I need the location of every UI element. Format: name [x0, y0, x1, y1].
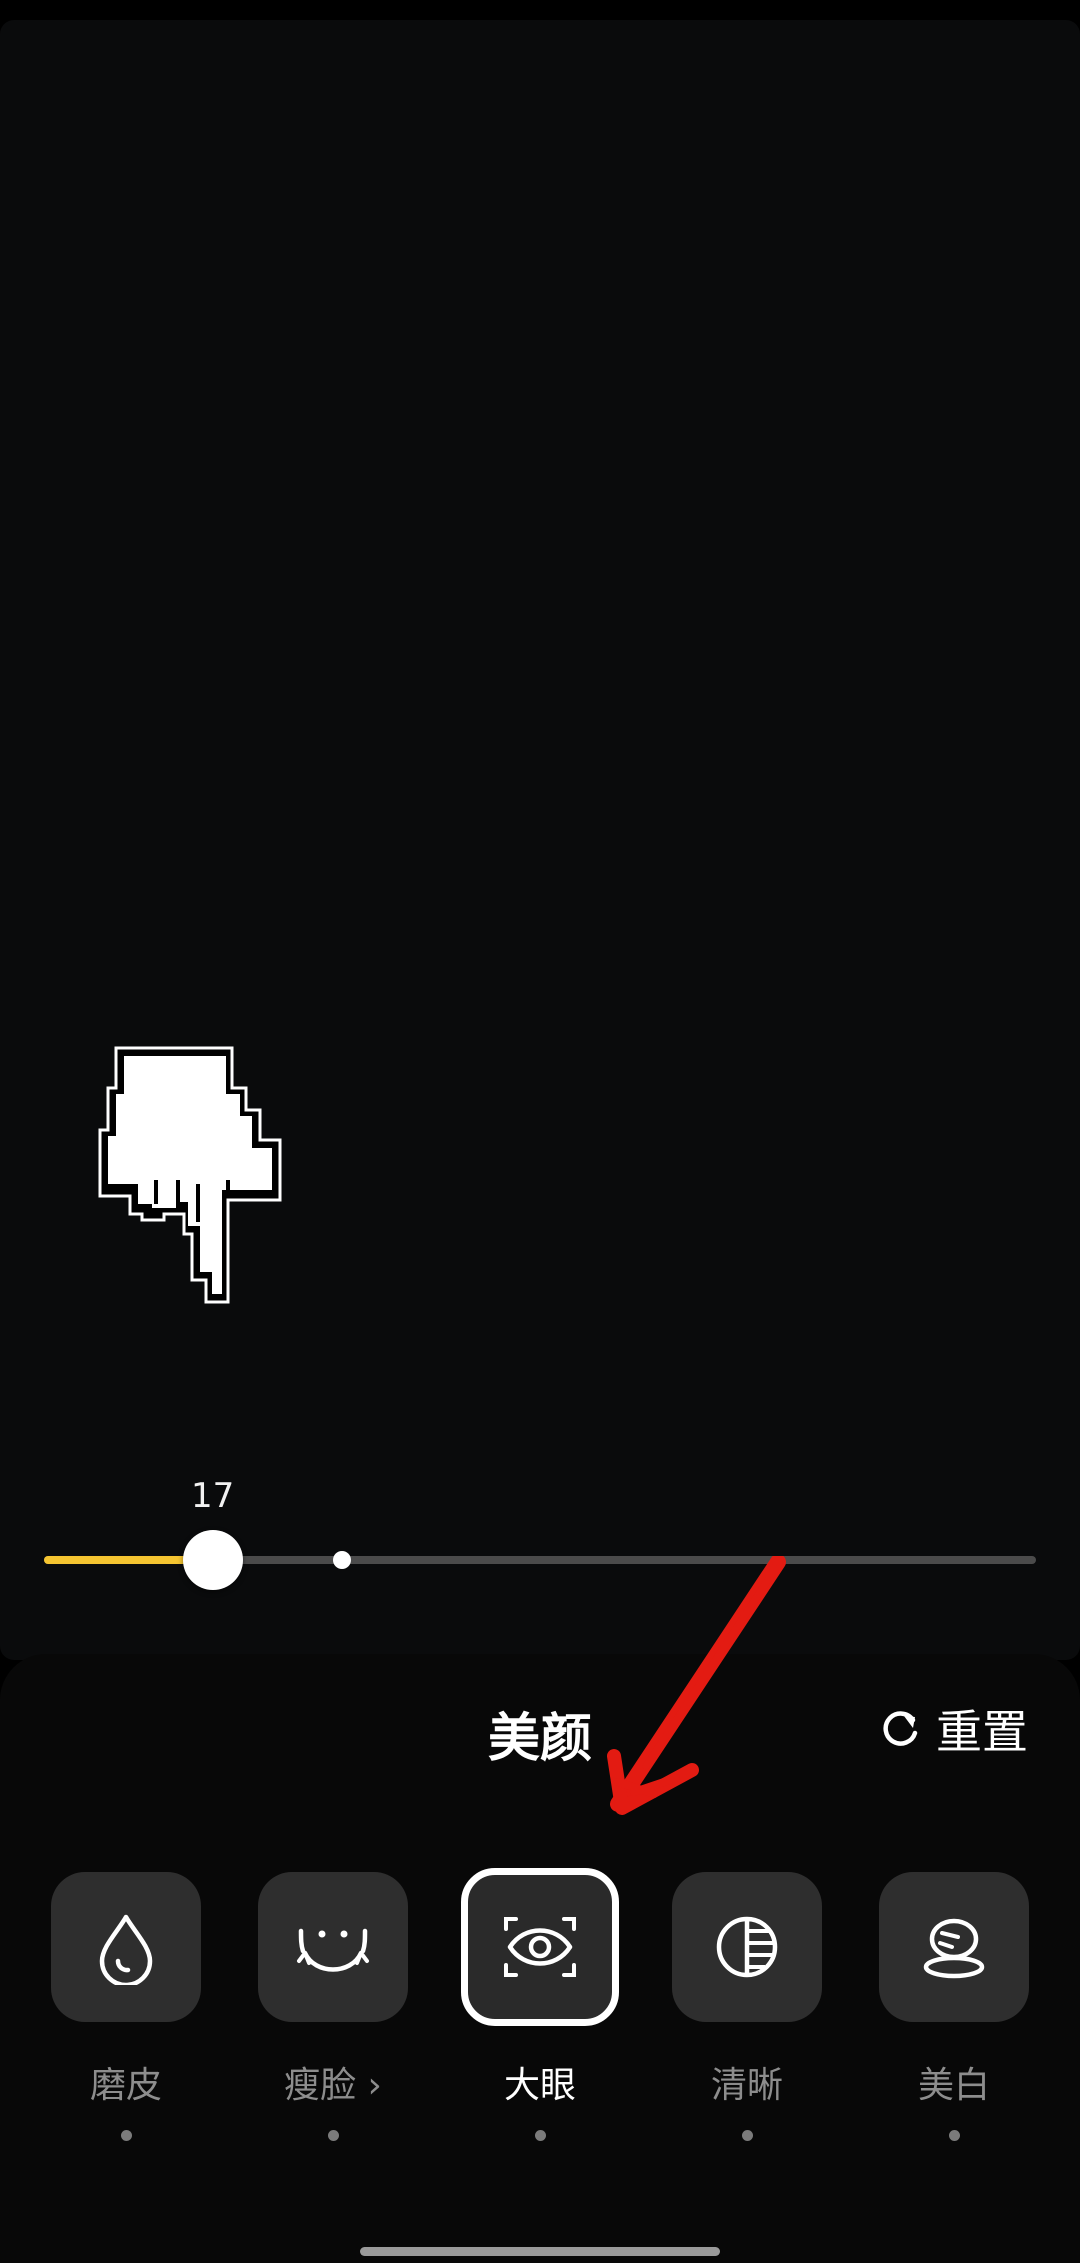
hand-pointer-icon	[98, 1046, 282, 1304]
stacked-stones-icon	[923, 1918, 985, 1979]
eye-scan-icon	[504, 1917, 576, 1977]
tool-indicator-dot	[327, 2130, 339, 2141]
droplet-icon	[99, 1914, 153, 1985]
tool-label: 美白	[917, 2065, 990, 2106]
face-smile-icon	[297, 1928, 369, 1972]
home-indicator[interactable]	[360, 2247, 720, 2256]
tool-button[interactable]	[461, 1868, 619, 2026]
tool-button[interactable]	[51, 1872, 201, 2022]
tool-button[interactable]	[672, 1872, 822, 2022]
tool-label: 瘦脸 ›	[284, 2065, 382, 2106]
tool-label: 清晰	[710, 2065, 783, 2106]
tool-indicator-dot	[120, 2130, 132, 2141]
tool-label: 大眼	[503, 2065, 576, 2106]
camera-beauty-screen: 17 美颜 重置 磨皮 瘦脸 › 大眼 清晰 美白	[0, 0, 1080, 2263]
slider-value-label: 17	[190, 1476, 235, 1516]
tool-indicator-dot	[948, 2130, 960, 2141]
tool-face-smile[interactable]: 瘦脸 ›	[258, 1872, 408, 2141]
red-arrow-icon	[607, 1556, 786, 1815]
tool-indicator-dot	[534, 2130, 546, 2141]
tool-eye-scan[interactable]: 大眼	[461, 1868, 619, 2141]
camera-preview[interactable]	[0, 20, 1080, 1660]
tool-button[interactable]	[879, 1872, 1029, 2022]
tool-droplet[interactable]: 磨皮	[51, 1872, 201, 2141]
slider-default-marker	[332, 1551, 351, 1569]
refresh-icon	[883, 1711, 918, 1746]
reset-label: 重置	[936, 1705, 1028, 1759]
slider-thumb[interactable]	[182, 1530, 243, 1590]
tool-indicator-dot	[741, 2130, 753, 2141]
intensity-slider[interactable]: 17	[44, 1476, 1036, 1590]
tool-stacked-stones[interactable]: 美白	[879, 1872, 1029, 2141]
tool-button[interactable]	[258, 1872, 408, 2022]
reset-button[interactable]: 重置	[878, 1696, 1028, 1762]
tool-label: 磨皮	[89, 2065, 162, 2106]
tool-contrast-circle[interactable]: 清晰	[672, 1872, 822, 2141]
contrast-circle-icon	[716, 1916, 778, 1978]
